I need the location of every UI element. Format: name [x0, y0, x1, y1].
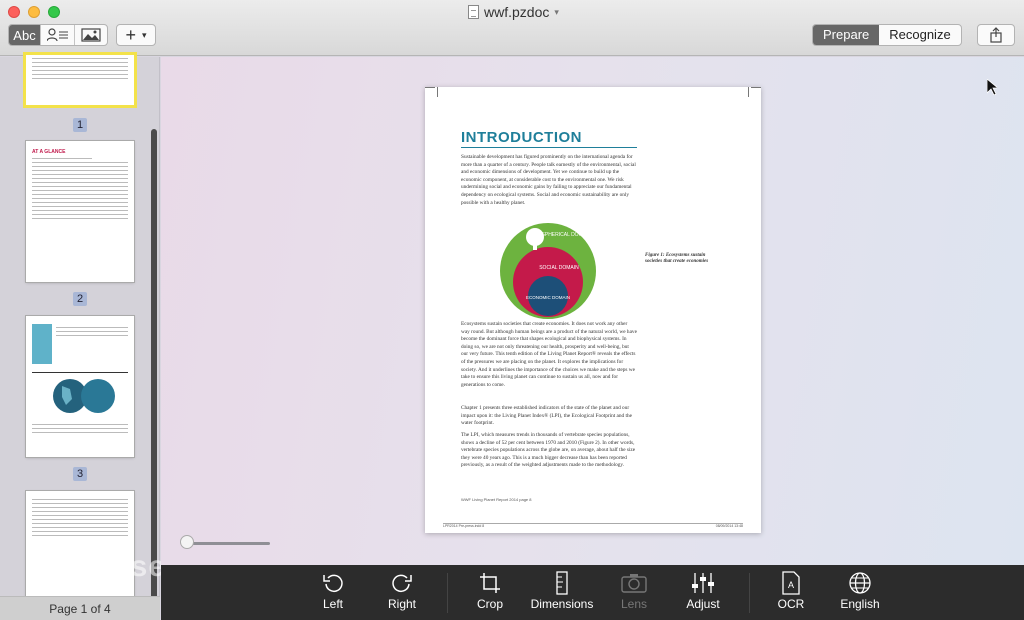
- page-number-badge: 1: [73, 118, 87, 132]
- ocr-button[interactable]: A OCR: [756, 569, 826, 611]
- page-thumbnail-1[interactable]: [26, 55, 134, 105]
- close-window-button[interactable]: [8, 6, 20, 18]
- crop-label: Crop: [476, 597, 503, 611]
- zoom-slider-knob[interactable]: [180, 535, 194, 549]
- document-page[interactable]: INTRODUCTION Sustainable development has…: [425, 87, 761, 533]
- dimensions-button[interactable]: Dimensions: [527, 569, 597, 611]
- rotate-left-button[interactable]: Left: [298, 569, 368, 611]
- page-indicator: Page 1 of 4: [0, 596, 160, 620]
- crop-button[interactable]: Crop: [455, 569, 525, 611]
- mode-switch: Prepare Recognize: [812, 24, 962, 46]
- language-label: English: [840, 597, 880, 611]
- rotate-right-button[interactable]: Right: [367, 569, 437, 611]
- sliders-icon: [692, 573, 714, 593]
- mouse-cursor-icon: [987, 79, 997, 95]
- lens-label: Lens: [620, 597, 648, 611]
- globe-image: [53, 379, 115, 413]
- camera-icon: [621, 574, 647, 593]
- language-button[interactable]: English: [825, 569, 895, 611]
- page-number-badge: 3: [73, 467, 87, 481]
- body-paragraph: Ecosystems sustain societies that create…: [461, 321, 637, 388]
- body-paragraph: Chapter 1 presents three established ind…: [461, 405, 632, 427]
- text-view-button[interactable]: Abc: [9, 25, 41, 45]
- document-icon: [468, 5, 479, 19]
- figure-caption: Figure 1: Ecosystems sustain societies t…: [645, 253, 709, 264]
- add-menu-button[interactable]: + ▾: [116, 24, 156, 46]
- ruler-icon: [556, 571, 568, 595]
- crop-mark: [751, 87, 761, 97]
- rotate-left-icon: [323, 574, 343, 593]
- toolbar-separator: [447, 573, 448, 613]
- ocr-document-icon: A: [782, 571, 800, 595]
- minimize-window-button[interactable]: [28, 6, 40, 18]
- body-paragraph: The LPI, which measures trends in thousa…: [461, 432, 636, 469]
- recognize-mode-button[interactable]: Recognize: [879, 25, 960, 45]
- share-icon: [990, 27, 1002, 43]
- page-thumbnails-sidebar: 1 AT A GLANCE 2 3 Page 1 of 4: [0, 55, 160, 620]
- chevron-down-icon: ▾: [141, 29, 147, 40]
- prepare-mode-button[interactable]: Prepare: [813, 25, 880, 45]
- zoom-slider-track[interactable]: [186, 542, 270, 545]
- ocr-label: OCR: [777, 597, 805, 611]
- domain-label-biospherical: BIOSPHERICAL DOMAIN: [533, 232, 592, 238]
- add-label: +: [125, 24, 136, 45]
- maximize-window-button[interactable]: [48, 6, 60, 18]
- document-canvas[interactable]: INTRODUCTION Sustainable development has…: [161, 57, 1024, 565]
- page-slug-line: LPR2014 Pre-press.indd 8 08/09/2014 13:4…: [443, 523, 743, 528]
- intro-paragraph: Sustainable development has figured prom…: [461, 154, 636, 206]
- adjust-button[interactable]: Adjust: [668, 569, 738, 611]
- view-mode-group: Abc: [8, 24, 108, 46]
- ecosystem-domain-diagram: BIOSPHERICAL DOMAIN SOCIAL DOMAIN ECONOM…: [500, 223, 596, 319]
- globe-icon: [849, 572, 871, 594]
- bottom-toolbar: Left Right Crop Dimensions Lens Adjust A…: [161, 565, 1024, 620]
- page-thumbnail-3[interactable]: [26, 316, 134, 457]
- page-thumbnail-4[interactable]: [26, 491, 134, 601]
- thumbnail-title: AT A GLANCE: [32, 149, 66, 155]
- toolbar-separator: [749, 573, 750, 613]
- domain-label-social: SOCIAL DOMAIN: [539, 265, 579, 271]
- slug-left: LPR2014 Pre-press.indd 8: [443, 524, 485, 528]
- window-title-label: wwf.pzdoc: [484, 4, 550, 20]
- dimensions-label: Dimensions: [530, 597, 594, 611]
- chevron-down-icon: ▾: [554, 6, 559, 17]
- adjust-label: Adjust: [686, 597, 720, 611]
- sidebar-scrollbar[interactable]: [151, 129, 157, 599]
- svg-text:A: A: [788, 580, 794, 590]
- crop-mark: [425, 87, 435, 97]
- crop-mark: [437, 87, 438, 97]
- page-footer-text: WWF Living Planet Report 2014 page 8: [461, 497, 532, 502]
- page-number-badge: 2: [73, 292, 87, 306]
- domain-label-economic: ECONOMIC DOMAIN: [526, 295, 570, 300]
- page-heading: INTRODUCTION: [461, 129, 582, 146]
- window-title[interactable]: wwf.pzdoc ▾: [468, 4, 559, 20]
- rotate-left-label: Left: [322, 597, 343, 611]
- crop-icon: [480, 573, 500, 593]
- rotate-right-icon: [392, 574, 412, 593]
- heading-rule: [461, 147, 637, 148]
- share-button[interactable]: [977, 24, 1015, 46]
- contact-list-icon[interactable]: [41, 25, 75, 45]
- crop-mark: [748, 87, 749, 97]
- page-thumbnail-2[interactable]: AT A GLANCE: [26, 141, 134, 282]
- lens-button[interactable]: Lens: [599, 569, 669, 611]
- title-bar: wwf.pzdoc ▾ Abc + ▾ Prepare Recognize: [0, 0, 1024, 56]
- slug-right: 08/09/2014 13:48: [715, 524, 743, 528]
- image-icon[interactable]: [75, 25, 107, 45]
- rotate-right-label: Right: [387, 597, 416, 611]
